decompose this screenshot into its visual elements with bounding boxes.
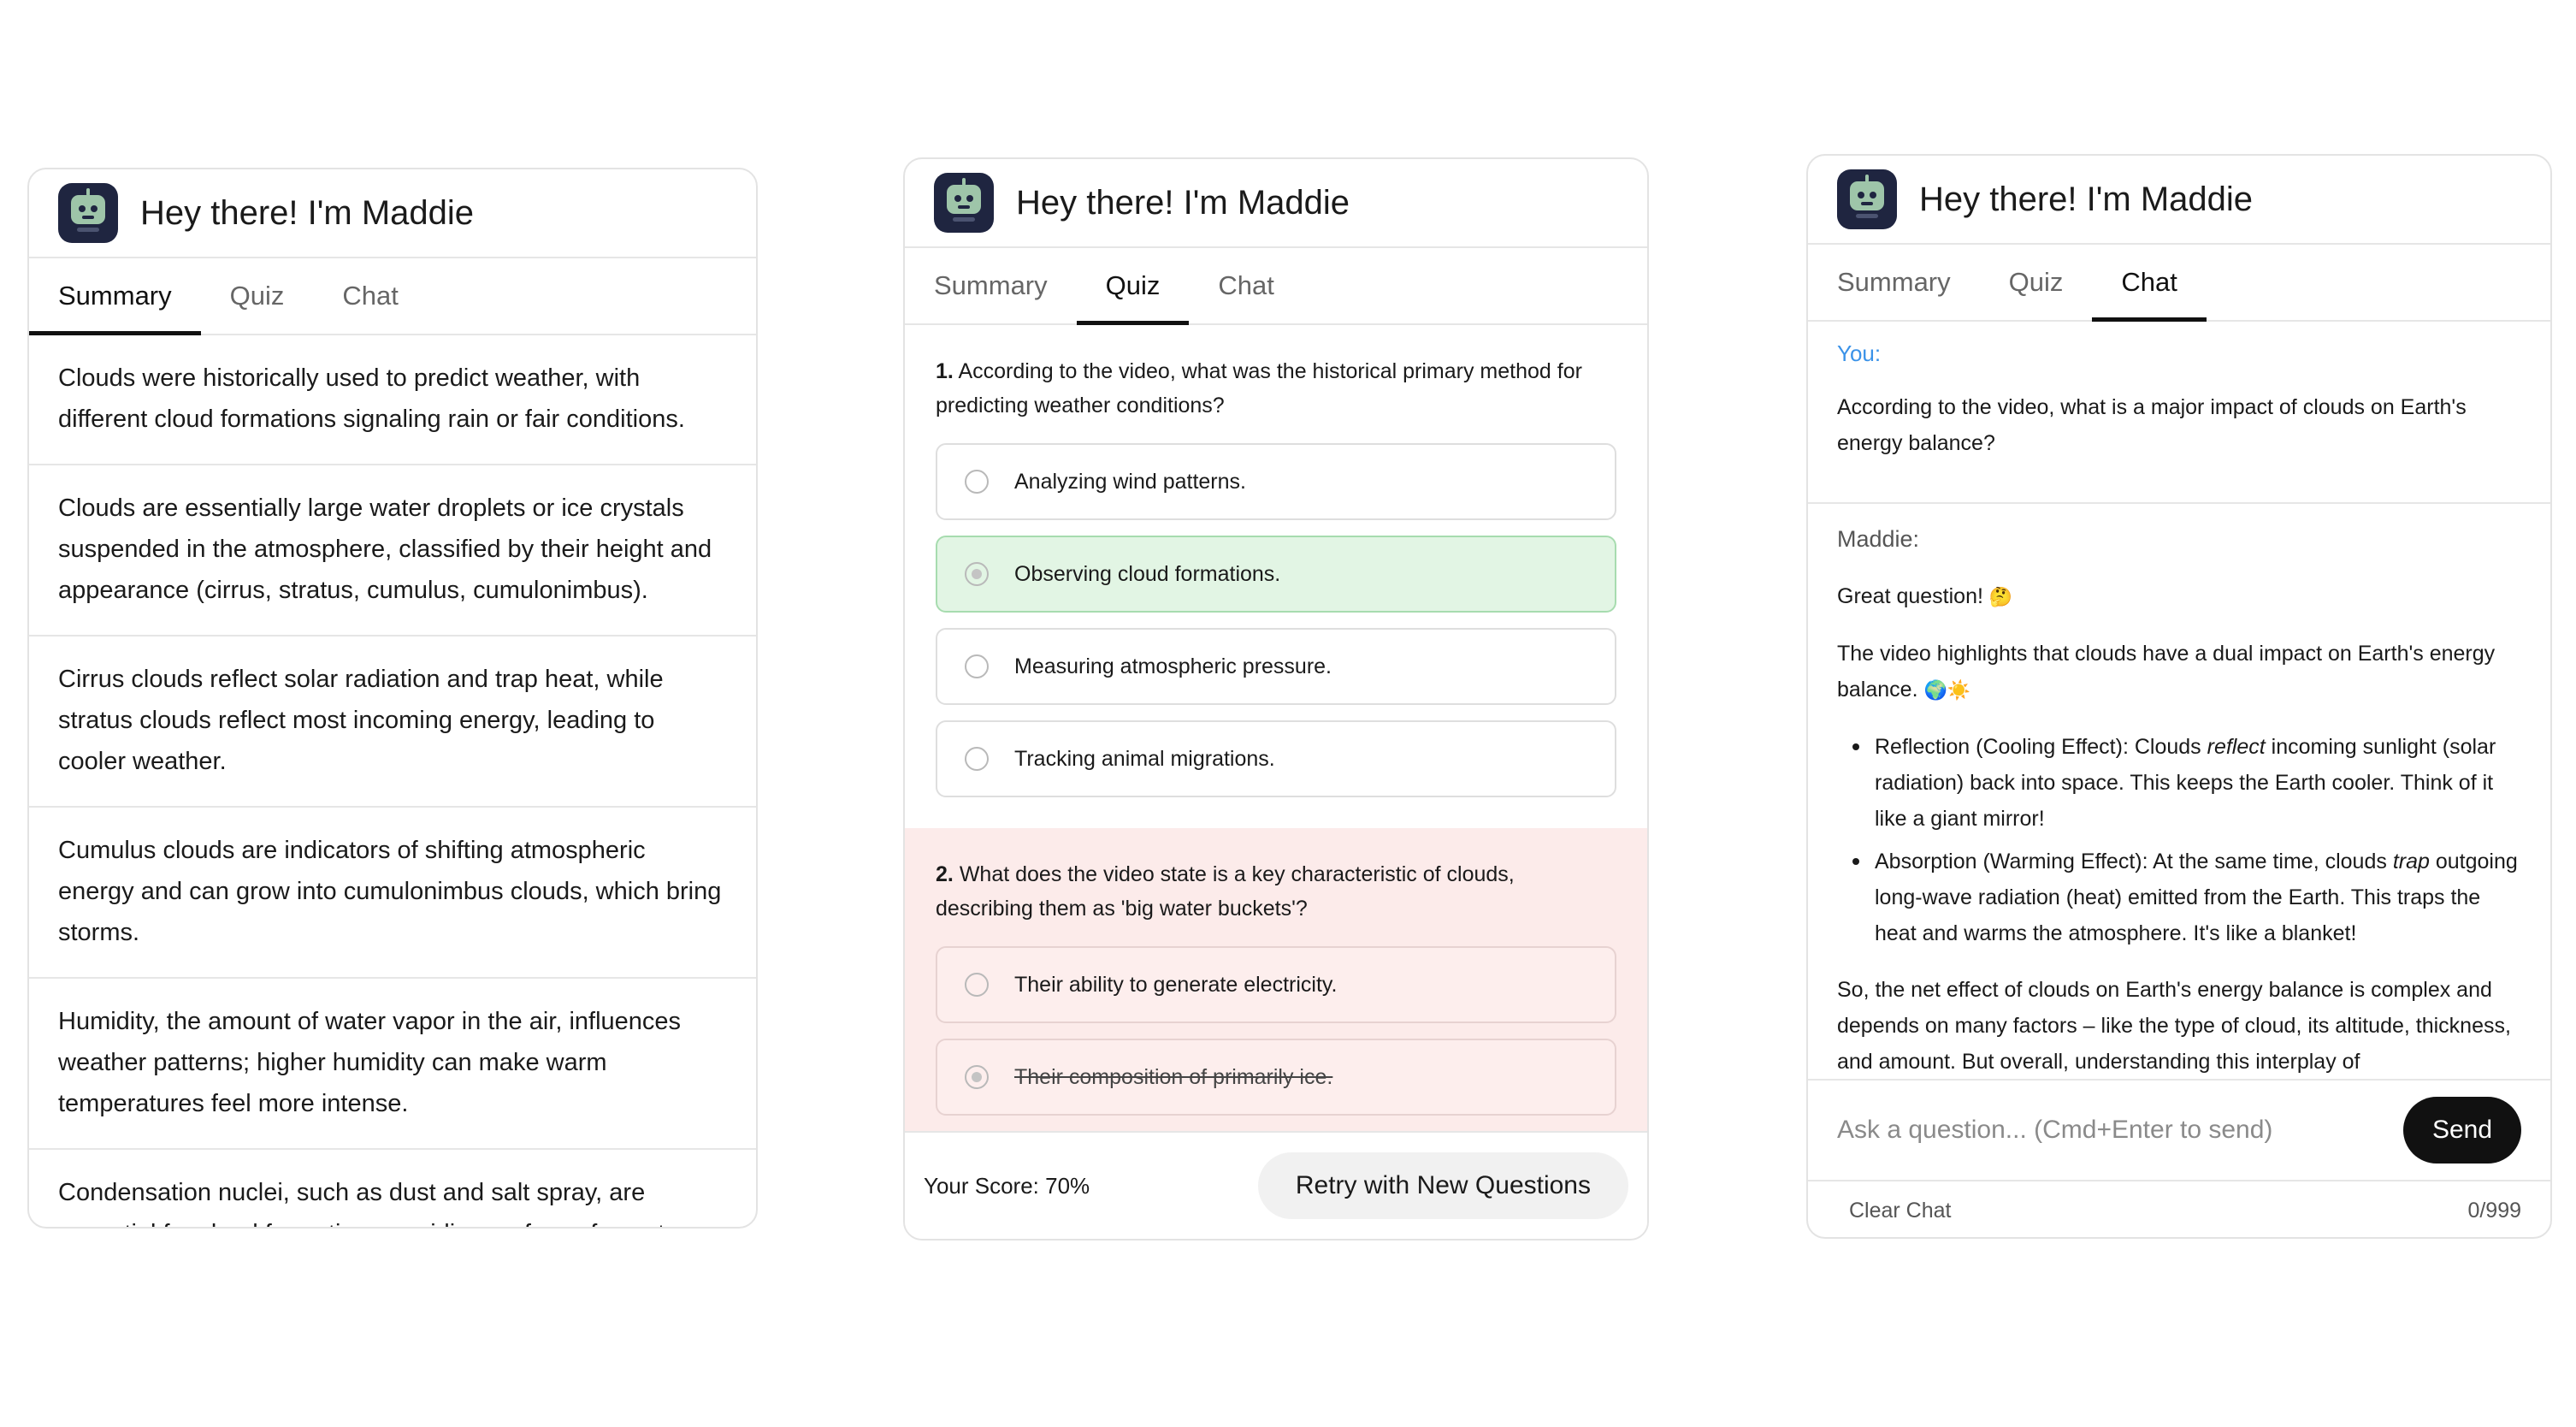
list-item: Reflection (Cooling Effect): Clouds refl… (1837, 729, 2521, 837)
tab-quiz[interactable]: Quiz (201, 258, 314, 334)
tab-summary[interactable]: Summary (1808, 245, 1980, 320)
user-message-text: According to the video, what is a major … (1837, 395, 2467, 455)
tab-summary[interactable]: Summary (29, 258, 201, 335)
option-label: Observing cloud formations. (1014, 561, 1281, 586)
summary-item: Clouds were historically used to predict… (29, 335, 756, 465)
bot-greeting: Great question! 🤔 (1837, 584, 2013, 608)
bot-bullet-list: Reflection (Cooling Effect): Clouds refl… (1837, 729, 2521, 951)
list-item: Absorption (Warming Effect): At the same… (1837, 844, 2521, 951)
clear-chat-button[interactable]: Clear Chat (1849, 1199, 1952, 1223)
character-count: 0/999 (2467, 1198, 2521, 1223)
option-label: Analyzing wind patterns. (1014, 469, 1246, 494)
summary-item: Cumulus clouds are indicators of shiftin… (29, 808, 756, 979)
tab-bar: Summary Quiz Chat (1808, 245, 2550, 322)
summary-item: Cirrus clouds reflect solar radiation an… (29, 637, 756, 808)
maddie-avatar (1837, 169, 1897, 229)
quiz-option-correct[interactable]: Observing cloud formations. (936, 536, 1616, 613)
thinking-emoji-icon: 🤔 (1988, 586, 2013, 607)
quiz-option-wrong[interactable]: Their composition of primarily ice. (936, 1039, 1616, 1116)
chat-input[interactable] (1837, 1116, 2384, 1145)
tab-summary[interactable]: Summary (905, 248, 1077, 323)
option-label: Their composition of primarily ice. (1014, 1064, 1333, 1089)
tab-chat[interactable]: Chat (313, 258, 427, 334)
quiz-body: 1. According to the video, what was the … (905, 325, 1647, 1239)
tab-chat[interactable]: Chat (1189, 248, 1303, 323)
summary-panel: Hey there! I'm Maddie Summary Quiz Chat … (27, 168, 758, 1229)
question-text: 1. According to the video, what was the … (936, 359, 1582, 417)
summary-item: Condensation nuclei, such as dust and sa… (58, 1179, 687, 1227)
option-label: Measuring atmospheric pressure. (1014, 654, 1332, 678)
retry-button[interactable]: Retry with New Questions (1257, 1152, 1628, 1219)
panel-header: Hey there! I'm Maddie (1808, 156, 2550, 245)
quiz-option[interactable]: Their ability to generate electricity. (936, 946, 1616, 1023)
tab-quiz[interactable]: Quiz (1980, 245, 2093, 320)
radio-button[interactable] (965, 747, 989, 771)
chat-panel: Hey there! I'm Maddie Summary Quiz Chat … (1806, 154, 2552, 1239)
quiz-option[interactable]: Tracking animal migrations. (936, 720, 1616, 797)
bot-conclusion: So, the net effect of clouds on Earth's … (1837, 978, 2511, 1074)
chat-footer: Clear Chat 0/999 (1808, 1180, 2550, 1237)
quiz-footer: Your Score: 70% Retry with New Questions (905, 1131, 1647, 1239)
maddie-avatar (934, 173, 994, 233)
panel-header: Hey there! I'm Maddie (29, 169, 756, 258)
bot-label: Maddie: (1837, 526, 1920, 552)
panel-header: Hey there! I'm Maddie (905, 159, 1647, 248)
radio-button[interactable] (965, 470, 989, 494)
radio-button[interactable] (965, 1065, 989, 1089)
radio-button[interactable] (965, 654, 989, 678)
maddie-avatar (58, 183, 118, 243)
tab-chat[interactable]: Chat (2092, 245, 2207, 322)
option-label: Their ability to generate electricity. (1014, 972, 1338, 997)
user-message: You: According to the video, what is a m… (1808, 322, 2550, 504)
question-text: 2. What does the video state is a key ch… (936, 862, 1515, 921)
bot-message: Maddie: Great question! 🤔 The video high… (1808, 504, 2550, 1079)
option-label: Tracking animal migrations. (1014, 746, 1275, 771)
panel-title: Hey there! I'm Maddie (140, 193, 475, 232)
user-label: You: (1837, 340, 1882, 366)
bot-intro: The video highlights that clouds have a … (1837, 642, 2496, 702)
quiz-option[interactable]: Analyzing wind patterns. (936, 443, 1616, 520)
quiz-question: 1. According to the video, what was the … (905, 325, 1647, 828)
summary-item: Humidity, the amount of water vapor in t… (29, 979, 756, 1150)
quiz-panel: Hey there! I'm Maddie Summary Quiz Chat … (903, 157, 1649, 1240)
radio-button[interactable] (965, 562, 989, 586)
chat-input-row: Send (1808, 1079, 2550, 1180)
panel-title: Hey there! I'm Maddie (1016, 183, 1350, 222)
tab-quiz[interactable]: Quiz (1076, 248, 1190, 325)
tab-bar: Summary Quiz Chat (29, 258, 756, 335)
globe-sun-emoji-icon: 🌍☀️ (1923, 679, 1971, 701)
radio-button[interactable] (965, 973, 989, 997)
send-button[interactable]: Send (2403, 1097, 2521, 1164)
panel-title: Hey there! I'm Maddie (1919, 180, 2254, 218)
quiz-score: Your Score: 70% (924, 1172, 1090, 1199)
quiz-option[interactable]: Measuring atmospheric pressure. (936, 628, 1616, 705)
summary-list: Clouds were historically used to predict… (29, 335, 756, 1227)
summary-item: Clouds are essentially large water dropl… (29, 465, 756, 637)
tab-bar: Summary Quiz Chat (905, 248, 1647, 325)
